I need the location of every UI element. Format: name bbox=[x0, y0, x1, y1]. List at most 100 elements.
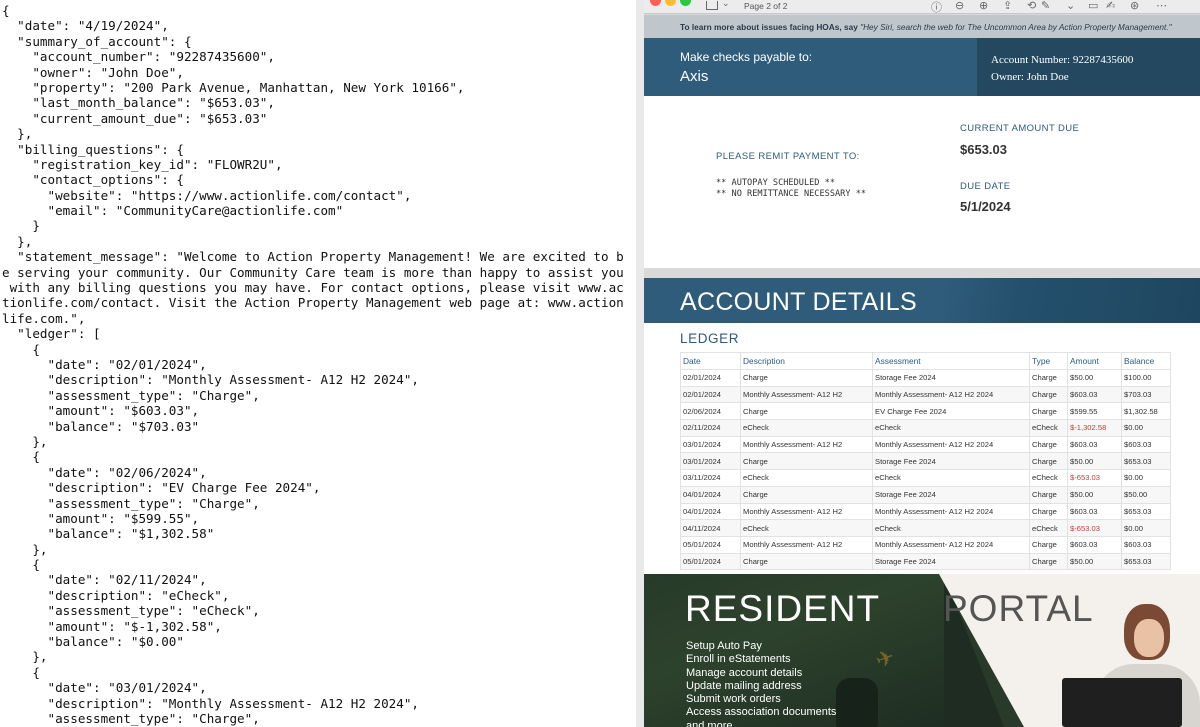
editor-line[interactable]: "last_month_balance": "$653.03", bbox=[2, 95, 636, 110]
ledger-row: 02/01/2024 Charge Storage Fee 2024 Charge $5… bbox=[680, 369, 1171, 387]
ledger-row: 03/11/2024 eCheck eCheck eCheck $-653.03 $0.0… bbox=[680, 469, 1171, 487]
editor-line[interactable]: "account_number": "92287435600", bbox=[2, 49, 636, 64]
editor-line[interactable]: "date": "02/06/2024", bbox=[2, 465, 636, 480]
sidebar-toggle-icon[interactable] bbox=[706, 1, 718, 10]
editor-line[interactable]: tionlife.com/contact. Visit the Action P… bbox=[2, 295, 636, 310]
portal-feature-item: Enroll in eStatements bbox=[686, 653, 791, 666]
editor-line[interactable]: "owner": "John Doe", bbox=[2, 65, 636, 80]
pane-divider[interactable] bbox=[636, 0, 644, 727]
editor-line[interactable]: "assessment_type": "Charge", bbox=[2, 496, 636, 511]
ledger-cell: eCheck bbox=[740, 469, 873, 487]
current-amount-due-label: CURRENT AMOUNT DUE bbox=[960, 123, 1080, 134]
editor-line[interactable]: "date": "03/01/2024", bbox=[2, 680, 636, 695]
ledger-column-header: Description bbox=[740, 352, 873, 370]
ledger-row: 04/01/2024 Monthly Assessment- A12 H2 Mont… bbox=[680, 502, 1171, 521]
editor-line[interactable]: "registration_key_id": "FLOWR2U", bbox=[2, 157, 636, 172]
json-editor-pane[interactable]: { "date": "4/19/2024", "summary_of_accou… bbox=[0, 0, 636, 727]
ledger-cell: $50.00 bbox=[1067, 485, 1122, 504]
rotate-icon[interactable]: ⟲ bbox=[1027, 0, 1036, 12]
accessibility-icon[interactable]: ⊛ bbox=[1130, 0, 1139, 12]
editor-line[interactable]: "ledger": [ bbox=[2, 326, 636, 341]
remit-payment-label: PLEASE REMIT PAYMENT TO: bbox=[716, 151, 860, 162]
more-icon[interactable]: ⋯ bbox=[1156, 0, 1167, 12]
ledger-cell: Monthly Assessment- A12 H2 2024 bbox=[872, 502, 1030, 521]
editor-line[interactable]: "billing_questions": { bbox=[2, 142, 636, 157]
minimize-window-button[interactable] bbox=[665, 0, 676, 6]
editor-line[interactable]: "property": "200 Park Avenue, Manhattan,… bbox=[2, 80, 636, 95]
ledger-cell: Charge bbox=[740, 452, 873, 471]
due-date-value: 5/1/2024 bbox=[960, 199, 1011, 214]
editor-line[interactable]: "email": "CommunityCare@actionlife.com" bbox=[2, 203, 636, 218]
share-icon[interactable]: ⇪ bbox=[1003, 0, 1012, 12]
ledger-table: Date Description Assessment Type Amount Balan… bbox=[680, 352, 1171, 571]
editor-line[interactable]: "description": "EV Charge Fee 2024", bbox=[2, 480, 636, 495]
editor-line[interactable]: "balance": "$703.03" bbox=[2, 419, 636, 434]
editor-line[interactable]: "description": "eCheck", bbox=[2, 588, 636, 603]
editor-line[interactable]: "summary_of_account": { bbox=[2, 34, 636, 49]
close-window-button[interactable] bbox=[650, 0, 661, 6]
editor-line[interactable]: "website": "https://www.actionlife.com/c… bbox=[2, 188, 636, 203]
editor-line[interactable]: e serving your community. Our Community … bbox=[2, 265, 636, 280]
ledger-cell: Monthly Assessment- A12 H2 2024 bbox=[872, 385, 1030, 404]
laptop-image bbox=[1062, 678, 1182, 727]
editor-line[interactable]: } bbox=[2, 218, 636, 233]
due-date-label: DUE DATE bbox=[960, 181, 1011, 192]
editor-line[interactable]: "assessment_type": "eCheck", bbox=[2, 603, 636, 618]
editor-line[interactable]: { bbox=[2, 3, 636, 18]
editor-line[interactable]: "balance": "$0.00" bbox=[2, 634, 636, 649]
editor-line[interactable]: { bbox=[2, 665, 636, 680]
editor-line[interactable]: { bbox=[2, 449, 636, 464]
ledger-cell: 04/11/2024 bbox=[680, 519, 741, 537]
ledger-body: 02/01/2024 Charge Storage Fee 2024 Charge $5… bbox=[680, 369, 1171, 571]
ledger-cell: $653.03 bbox=[1121, 452, 1171, 471]
editor-line[interactable]: "assessment_type": "Charge", bbox=[2, 388, 636, 403]
editor-line[interactable]: { bbox=[2, 342, 636, 357]
account-number-line: Account Number: 92287435600 bbox=[991, 54, 1134, 66]
editor-line[interactable]: "balance": "$1,302.58" bbox=[2, 526, 636, 541]
editor-line[interactable]: "description": "Monthly Assessment- A12 … bbox=[2, 696, 636, 711]
editor-line[interactable]: }, bbox=[2, 542, 636, 557]
zoom-window-button[interactable] bbox=[680, 0, 691, 6]
editor-line[interactable]: { bbox=[2, 557, 636, 572]
ledger-cell: $603.03 bbox=[1121, 535, 1171, 554]
editor-line[interactable]: "description": "Monthly Assessment- A12 … bbox=[2, 372, 636, 387]
editor-line[interactable]: }, bbox=[2, 649, 636, 664]
ledger-row: 04/01/2024 Charge Storage Fee 2024 Charge $5… bbox=[680, 485, 1171, 504]
editor-line[interactable]: "date": "02/11/2024", bbox=[2, 572, 636, 587]
payable-band: Make checks payable to: Axis Account Num… bbox=[644, 38, 1200, 96]
editor-line[interactable]: life.com.", bbox=[2, 311, 636, 326]
portal-feature-item: Manage account details bbox=[686, 666, 803, 679]
ledger-cell: 04/01/2024 bbox=[680, 502, 741, 521]
resident-heading: RESIDENT bbox=[685, 588, 881, 629]
ledger-cell: $-653.03 bbox=[1067, 469, 1122, 487]
resident-portal-banner[interactable]: ✈ RESIDENT PORTAL Setup Auto PayEnroll i… bbox=[644, 574, 1200, 727]
editor-line[interactable]: "statement_message": "Welcome to Action … bbox=[2, 249, 636, 264]
sign-icon[interactable]: ✍ bbox=[1106, 0, 1115, 12]
editor-line[interactable]: "date": "4/19/2024", bbox=[2, 18, 636, 33]
ledger-cell: eCheck bbox=[1029, 469, 1068, 487]
editor-line[interactable]: "amount": "$603.03", bbox=[2, 403, 636, 418]
editor-line[interactable]: "current_amount_due": "$653.03" bbox=[2, 111, 636, 126]
ledger-row: 02/01/2024 Monthly Assessment- A12 H2 Mont… bbox=[680, 385, 1171, 404]
markup-icon[interactable]: ✎ bbox=[1041, 0, 1050, 12]
zoom-out-icon[interactable]: ⊖ bbox=[955, 0, 964, 12]
highlight-icon[interactable]: ▭ bbox=[1088, 0, 1098, 12]
info-icon[interactable]: ⓘ bbox=[931, 0, 942, 15]
chevron-down-icon[interactable]: ⌄ bbox=[722, 0, 730, 9]
chevron-down-icon[interactable]: ⌄ bbox=[1066, 0, 1075, 12]
page-indicator: Page 2 of 2 bbox=[744, 1, 788, 11]
editor-line[interactable]: "amount": "$599.55", bbox=[2, 511, 636, 526]
editor-line[interactable]: "assessment_type": "Charge", bbox=[2, 711, 636, 726]
portal-heading: PORTAL bbox=[943, 588, 1094, 629]
editor-line[interactable]: }, bbox=[2, 126, 636, 141]
ledger-column-header: Balance bbox=[1121, 352, 1171, 370]
editor-line[interactable]: }, bbox=[2, 234, 636, 249]
editor-line[interactable]: "date": "02/01/2024", bbox=[2, 357, 636, 372]
zoom-in-icon[interactable]: ⊕ bbox=[979, 0, 988, 12]
editor-line[interactable]: "amount": "$-1,302.58", bbox=[2, 619, 636, 634]
ledger-cell: Charge bbox=[1029, 535, 1068, 554]
ledger-cell: Monthly Assessment- A12 H2 2024 bbox=[872, 435, 1030, 454]
editor-line[interactable]: with any billing questions you may have.… bbox=[2, 280, 636, 295]
editor-line[interactable]: "contact_options": { bbox=[2, 172, 636, 187]
editor-line[interactable]: }, bbox=[2, 434, 636, 449]
